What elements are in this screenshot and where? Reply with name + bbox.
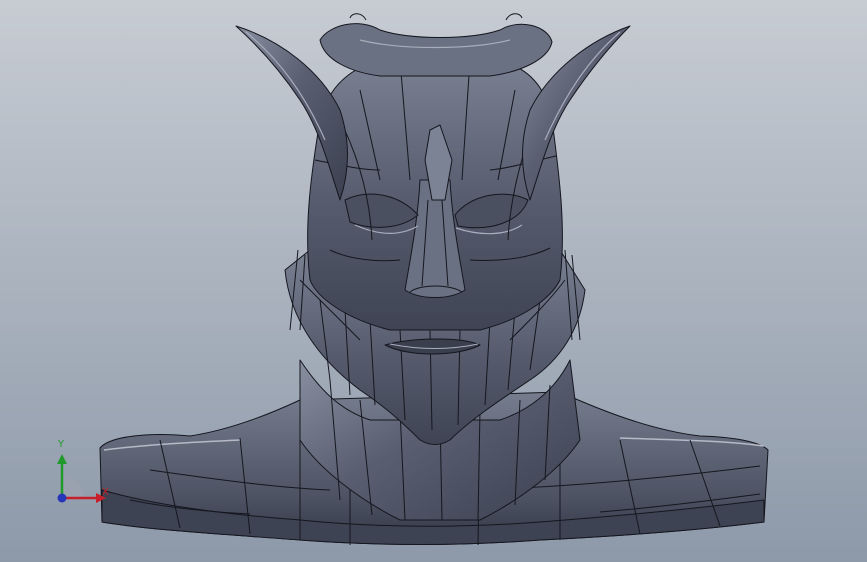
model-canvas[interactable] <box>0 0 867 562</box>
triad-axes-icon <box>57 454 106 503</box>
triad-y-label: Y <box>58 439 65 450</box>
triad-x-label: X <box>102 487 109 498</box>
coordinate-triad: Y X <box>40 436 130 516</box>
graphics-viewport[interactable]: Y X <box>0 0 867 562</box>
